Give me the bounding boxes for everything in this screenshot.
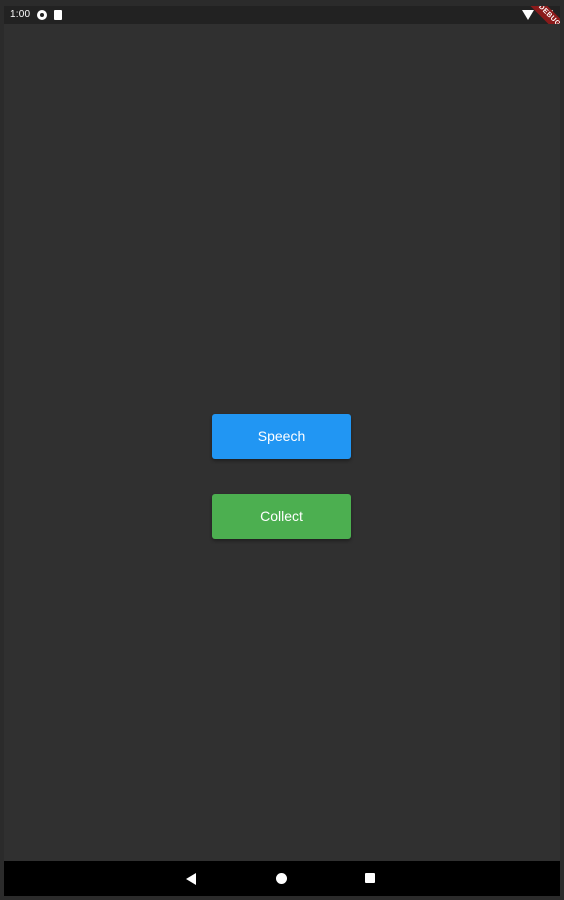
- home-icon[interactable]: [276, 873, 287, 884]
- app-screen: 1:00 DEBUG Speech Collect: [4, 6, 560, 896]
- status-bar: 1:00 DEBUG: [4, 6, 560, 45]
- sim-card-icon: [54, 10, 62, 20]
- device: 1:00 DEBUG Speech Collect: [0, 0, 564, 900]
- wifi-icon: [522, 10, 534, 20]
- main-content: Speech Collect: [4, 24, 560, 860]
- navigation-bar: [4, 861, 560, 896]
- back-icon[interactable]: [186, 873, 196, 885]
- status-time: 1:00: [10, 9, 31, 20]
- collect-button[interactable]: Collect: [212, 494, 351, 539]
- recents-icon[interactable]: [365, 873, 375, 883]
- speech-button[interactable]: Speech: [212, 414, 351, 459]
- notification-icon: [37, 10, 47, 20]
